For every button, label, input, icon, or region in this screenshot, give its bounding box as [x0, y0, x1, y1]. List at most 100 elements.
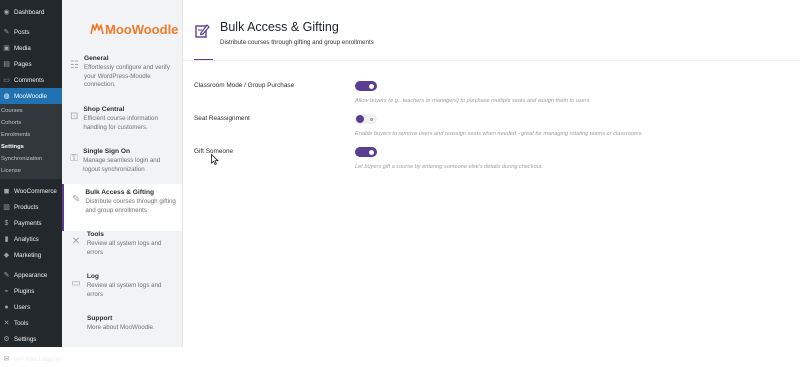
card-icon: ▭ — [71, 278, 81, 289]
payments-icon: $ — [4, 219, 9, 227]
wp-menu-label: Comments — [14, 76, 44, 84]
wp-menu-products[interactable]: ▥ Products — [0, 199, 62, 215]
analytics-icon: ▮ — [4, 235, 9, 243]
wp-menu-label: WooCommerce — [14, 187, 57, 195]
moowoodle-logo: MooWoodle — [90, 20, 178, 38]
wp-menu-users[interactable]: ● Users — [0, 299, 62, 315]
wp-menu-media[interactable]: ▣ Media — [0, 40, 62, 56]
nav-item-support[interactable]: Support More about MooWoodle. — [62, 310, 182, 357]
nav-item-desc: Effortlessly configure and verify your W… — [83, 64, 170, 89]
sliders-icon: ☷ — [70, 60, 79, 71]
nav-item-log[interactable]: ▭ Log Review all system logs and errors — [62, 268, 182, 315]
moowoodle-settings-nav: MooWoodle ☷ General Effortlessly configur… — [62, 0, 183, 347]
toggle-seat-reassignment[interactable] — [355, 114, 377, 124]
wp-menu-label: Users — [14, 303, 31, 311]
wp-menu-pages[interactable]: ▤ Pages — [0, 56, 62, 72]
marketing-icon: ◆ — [3, 251, 10, 259]
nav-item-title: Tools — [86, 231, 104, 238]
comment-icon: ▭ — [3, 76, 10, 84]
wp-menu-label: Appearance — [14, 271, 48, 279]
wp-menu-woocommerce[interactable]: ◼ WooCommerce — [0, 183, 62, 199]
settings-icon: ⚙ — [3, 335, 10, 343]
nav-item-title: General — [83, 55, 109, 62]
nav-item-single-sign-on[interactable]: ⚿ Single Sign On Manage seamless login an… — [62, 143, 182, 190]
setting-desc-classroom-mode: Allow buyers (e.g., teachers or managers… — [355, 98, 591, 104]
wp-submenu-synchronization[interactable]: Synchronization — [0, 153, 62, 165]
nav-item-title: Log — [86, 273, 99, 280]
wp-submenu-cohorts[interactable]: Cohorts — [0, 117, 62, 129]
wp-menu-settings[interactable]: ⚙ Settings — [0, 331, 62, 347]
wp-menu-plugins[interactable]: ⌁ Plugins — [0, 283, 62, 299]
wp-menu-appearance[interactable]: ✎ Appearance — [0, 267, 62, 283]
wp-menu-label: Settings — [14, 335, 37, 343]
wp-menu-marketing[interactable]: ◆ Marketing — [0, 247, 62, 263]
page-title: Bulk Access & Gifting — [220, 20, 339, 34]
wp-menu-label: Tools — [14, 319, 29, 327]
dashboard-icon: ◉ — [3, 8, 10, 16]
toggle-gift-someone[interactable] — [355, 147, 377, 157]
nav-item-title: Shop Central — [83, 106, 125, 113]
wp-menu-wp-mail-logging[interactable]: ✉ WP Mail Logging — [0, 351, 62, 367]
logo-text: MooWoodle — [105, 21, 179, 37]
wp-menu-label: Media — [14, 44, 31, 52]
wp-menu-label: Analytics — [14, 235, 39, 243]
wp-submenu-license[interactable]: License — [0, 165, 62, 177]
wp-menu-label: Marketing — [14, 251, 42, 259]
wp-admin-sidebar: ◉ Dashboard ✎ Posts ▣ Media ▤ Pages ▭ Comment… — [0, 0, 62, 363]
setting-desc-seat-reassignment: Enable buyers to remove users and reassi… — [355, 131, 643, 137]
edit-icon — [195, 24, 210, 38]
products-icon: ▥ — [3, 203, 10, 211]
wp-menu-payments[interactable]: $ Payments — [0, 215, 62, 231]
tools-icon: ✕ — [71, 236, 81, 247]
wp-menu-comments[interactable]: ▭ Comments — [0, 72, 62, 88]
wp-menu-posts[interactable]: ✎ Posts — [0, 24, 62, 40]
nav-item-desc: Manage seamless login and logout synchro… — [83, 157, 161, 173]
settings-panel: Bulk Access & Gifting Distribute courses… — [183, 0, 800, 347]
wp-menu-dashboard[interactable]: ◉ Dashboard — [0, 4, 62, 20]
wp-submenu-courses[interactable]: Courses — [0, 105, 62, 117]
support-icon — [70, 320, 82, 332]
nav-item-shop-central[interactable]: ⊡ Shop Central Efficient course informati… — [62, 101, 182, 148]
wp-menu-label: WP Mail Logging — [14, 355, 61, 363]
page-icon: ▤ — [3, 60, 10, 68]
wp-menu-label: Plugins — [14, 287, 35, 295]
moowoodle-icon: ◍ — [3, 92, 10, 100]
brush-icon: ✎ — [3, 271, 10, 279]
wp-menu-label: Posts — [14, 28, 30, 36]
setting-label-seat-reassignment: Seat Reassignment — [194, 115, 250, 122]
media-icon: ▣ — [3, 44, 10, 52]
toggle-classroom-mode[interactable] — [355, 81, 377, 91]
nav-item-desc: Efficient course information handling fo… — [83, 115, 158, 131]
wp-menu-label: Payments — [14, 219, 42, 227]
wp-menu-moowoodle[interactable]: ◍ MooWoodle — [0, 88, 62, 104]
cart-icon: ⊡ — [70, 111, 79, 122]
wp-menu-label: Dashboard — [14, 8, 45, 16]
header-divider — [183, 60, 800, 61]
nav-item-title: Bulk Access & Gifting — [85, 189, 155, 196]
pin-icon: ✎ — [3, 28, 10, 36]
nav-item-title: Support — [87, 315, 113, 322]
wp-submenu-moowoodle: Courses Cohorts Enrolments Settings Sync… — [0, 104, 62, 179]
setting-desc-gift-someone: Let buyers gift a course by entering som… — [355, 164, 543, 170]
key-icon: ⚿ — [70, 153, 78, 164]
nav-item-general[interactable]: ☷ General Effortlessly configure and veri… — [62, 50, 182, 97]
nav-item-desc: Review all system logs and errors — [86, 282, 162, 298]
nav-item-bulk-access-gifting[interactable]: ✎ Bulk Access & Gifting Distribute course… — [62, 184, 182, 231]
tools-icon: ✕ — [3, 319, 10, 327]
nav-item-tools[interactable]: ✕ Tools Review all system logs and errors — [62, 226, 182, 273]
nav-item-desc: Review all system logs and errors — [86, 240, 162, 256]
moowoodle-logo-icon — [90, 23, 104, 35]
nav-item-desc: More about MooWoodle. — [87, 324, 155, 331]
wp-submenu-enrolments[interactable]: Enrolments — [0, 129, 62, 141]
wp-menu-analytics[interactable]: ▮ Analytics — [0, 231, 62, 247]
wp-menu-label: Products — [14, 203, 39, 211]
wp-submenu-settings[interactable]: Settings — [0, 141, 62, 153]
wp-menu-tools[interactable]: ✕ Tools — [0, 315, 62, 331]
wp-menu-label: MooWoodle — [14, 92, 47, 100]
wp-menu-label: Pages — [14, 60, 32, 68]
nav-item-desc: Distribute courses through gifting and g… — [85, 198, 176, 214]
mouse-cursor-icon — [211, 154, 219, 165]
plugins-icon: ⌁ — [4, 287, 9, 295]
mail-icon: ✉ — [3, 355, 10, 363]
edit-icon: ✎ — [72, 194, 81, 205]
